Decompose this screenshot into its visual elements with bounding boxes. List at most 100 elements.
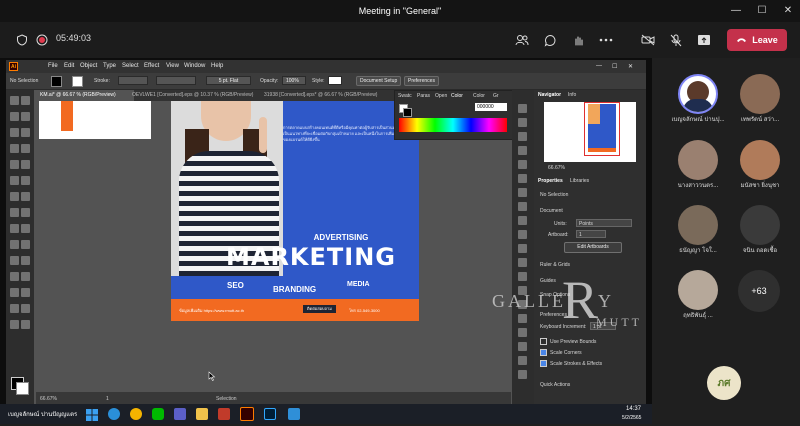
color-stroke-swatch[interactable]: [403, 108, 412, 117]
powerpoint-icon[interactable]: [218, 408, 230, 420]
libraries-tab[interactable]: Libraries: [570, 178, 589, 184]
mic-off-icon[interactable]: [666, 30, 686, 50]
participant-tile[interactable]: นางสาววนตร...: [668, 140, 728, 190]
file-explorer-icon[interactable]: [196, 408, 208, 420]
leave-button[interactable]: Leave: [727, 29, 787, 51]
style-swatch[interactable]: [328, 76, 342, 85]
zoom-tool-icon[interactable]: [21, 320, 30, 329]
scale-tool-icon[interactable]: [21, 208, 30, 217]
rotate-tool-icon[interactable]: [10, 208, 19, 217]
line-icon[interactable]: [152, 408, 164, 420]
paintbrush-tool-icon[interactable]: [21, 160, 30, 169]
artboard-canvas[interactable]: การตลาดแบบสร้างคอนเทนต์ที่ดีหรือมีคุณค่า…: [36, 101, 511, 392]
color-spectrum[interactable]: [399, 118, 507, 132]
color-tab-color[interactable]: Color: [451, 93, 463, 99]
color-tab-gradient[interactable]: Gr: [493, 93, 499, 99]
hand-tool-icon[interactable]: [10, 320, 19, 329]
color-tab-opentype[interactable]: Open: [435, 93, 447, 99]
share-icon[interactable]: [694, 30, 714, 50]
illustrator-min-icon[interactable]: —: [596, 63, 602, 69]
artboards-icon[interactable]: [518, 216, 527, 225]
participant-tile[interactable]: ฤทธิพันธุ์ ...: [668, 270, 728, 320]
menu-object[interactable]: Object: [80, 63, 97, 69]
paragraph-icon[interactable]: [518, 118, 527, 127]
menu-help[interactable]: Help: [211, 63, 223, 69]
tab-km[interactable]: KM.ai* @ 66.67 % (RGB/Preview): [36, 90, 134, 101]
people-icon[interactable]: [512, 30, 532, 50]
stroke-swatch[interactable]: [72, 76, 83, 87]
brushes-icon[interactable]: [518, 174, 527, 183]
curvature-tool-icon[interactable]: [21, 128, 30, 137]
menu-type[interactable]: Type: [103, 63, 116, 69]
chrome-icon[interactable]: [130, 408, 142, 420]
perspective-tool-icon[interactable]: [21, 240, 30, 249]
navigator-tab[interactable]: Navigator: [538, 92, 561, 98]
maximize-button[interactable]: ☐: [752, 0, 772, 22]
free-transform-tool-icon[interactable]: [21, 224, 30, 233]
status-zoom[interactable]: 66.67%: [40, 396, 57, 402]
brush-field[interactable]: 5 pt. Flat: [206, 76, 251, 85]
menu-edit[interactable]: Edit: [64, 63, 74, 69]
status-artboard[interactable]: 1: [106, 396, 109, 402]
pencil-tool-icon[interactable]: [21, 176, 30, 185]
scissors-tool-icon[interactable]: [21, 192, 30, 201]
symbols-icon[interactable]: [518, 188, 527, 197]
chat-icon[interactable]: [540, 30, 560, 50]
slice-tool-icon[interactable]: [21, 304, 30, 313]
layers-icon[interactable]: [518, 202, 527, 211]
color-tab-paragraph[interactable]: Paras: [417, 93, 430, 99]
close-window-button[interactable]: ✕: [778, 0, 798, 22]
preferences-button[interactable]: Preferences: [404, 76, 439, 86]
export-icon[interactable]: [518, 356, 527, 365]
mesh-tool-icon[interactable]: [10, 256, 19, 265]
self-avatar[interactable]: ภศ: [707, 366, 741, 400]
line-tool-icon[interactable]: [21, 144, 30, 153]
pathfinder-icon[interactable]: [518, 244, 527, 253]
magic-wand-tool-icon[interactable]: [10, 112, 19, 121]
scale-corners-checkbox[interactable]: Scale Corners: [540, 349, 582, 356]
navigator-preview[interactable]: [544, 102, 636, 162]
artboard-tool-icon[interactable]: [10, 304, 19, 313]
units-select[interactable]: Points: [576, 219, 632, 227]
type-tool-icon[interactable]: [10, 144, 19, 153]
direct-selection-tool-icon[interactable]: [21, 96, 30, 105]
scale-strokes-checkbox[interactable]: Scale Strokes & Effects: [540, 360, 602, 367]
stroke-weight-field[interactable]: [118, 76, 148, 85]
menu-view[interactable]: View: [166, 63, 179, 69]
more-participants-button[interactable]: +63: [738, 270, 780, 312]
character-icon[interactable]: [518, 104, 527, 113]
opentype-icon[interactable]: [518, 132, 527, 141]
participant-tile[interactable]: เทพรัตน์ สว่า...: [730, 74, 790, 124]
tab-oevlwe1[interactable]: OEVLWE1 [Converted].eps @ 10.37 % (RGB/P…: [128, 90, 266, 101]
rectangle-tool-icon[interactable]: [10, 160, 19, 169]
windows-start-icon[interactable]: [86, 408, 98, 421]
edge-icon[interactable]: [108, 408, 120, 420]
color-tab-swatches[interactable]: Swatc: [398, 93, 412, 99]
participant-tile[interactable]: มนัสชา ยิ่งนุชา: [730, 140, 790, 190]
opacity-field[interactable]: 100%: [282, 76, 306, 85]
pen-tool-icon[interactable]: [10, 128, 19, 137]
align-icon[interactable]: [518, 230, 527, 239]
lasso-tool-icon[interactable]: [21, 112, 30, 121]
more-icon[interactable]: [596, 30, 616, 50]
artboard-select[interactable]: 1: [576, 230, 606, 238]
minimize-button[interactable]: —: [726, 0, 746, 22]
libraries-icon[interactable]: [518, 370, 527, 379]
color-tab-color-guide[interactable]: Color: [473, 93, 485, 99]
variable-width-field[interactable]: [156, 76, 196, 85]
navigator-zoom[interactable]: 66.67%: [548, 165, 565, 171]
eraser-tool-icon[interactable]: [10, 192, 19, 201]
teams-icon[interactable]: [174, 408, 186, 420]
participant-tile[interactable]: จนิน ถอดเชื้อ: [730, 205, 790, 255]
tab-31938[interactable]: 31938 [Converted].eps* @ 66.67 % (RGB/Pr…: [260, 90, 400, 101]
illustrator-taskbar-icon[interactable]: [240, 407, 254, 421]
width-tool-icon[interactable]: [10, 224, 19, 233]
selection-tool-icon[interactable]: [10, 96, 19, 105]
photoshop-icon[interactable]: [264, 408, 276, 420]
menu-select[interactable]: Select: [122, 63, 139, 69]
photos-icon[interactable]: [288, 408, 300, 420]
navigator-view-box[interactable]: [584, 102, 620, 156]
menu-file[interactable]: File: [48, 63, 58, 69]
properties-tab[interactable]: Properties: [538, 178, 563, 184]
symbol-sprayer-tool-icon[interactable]: [10, 288, 19, 297]
